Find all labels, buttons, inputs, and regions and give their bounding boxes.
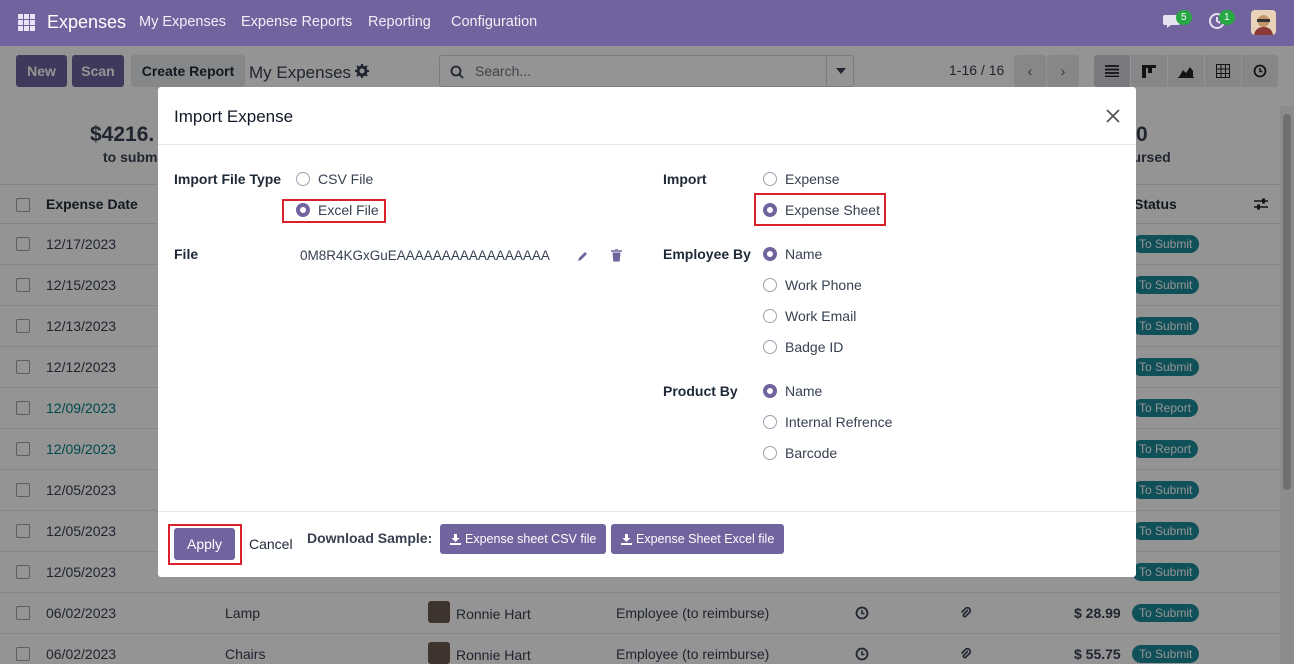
user-avatar[interactable] [1251, 10, 1276, 35]
highlight-box [754, 193, 886, 226]
radio-label: CSV File [318, 171, 374, 187]
radio-product-name[interactable]: Name [763, 383, 822, 399]
dialog-footer-divider [158, 511, 1136, 512]
radio-employee-work-email[interactable]: Work Email [763, 308, 856, 324]
csv-sample-button[interactable]: Expense sheet CSV file [440, 524, 607, 554]
radio-dot[interactable] [296, 172, 310, 186]
csv-sample-label: Expense sheet CSV file [465, 532, 597, 546]
download-icon [450, 533, 461, 545]
import-file-type-label: Import File Type [174, 171, 282, 187]
radio-label: Work Phone [785, 277, 862, 293]
file-label: File [174, 246, 199, 262]
highlight-box [282, 199, 386, 223]
radio-dot-selected[interactable] [763, 247, 777, 261]
dialog-title: Import Expense [174, 107, 294, 126]
radio-product-internal-reference[interactable]: Internal Refrence [763, 414, 892, 430]
radio-dot[interactable] [763, 172, 777, 186]
radio-dot[interactable] [763, 446, 777, 460]
radio-dot[interactable] [763, 278, 777, 292]
radio-expense[interactable]: Expense [763, 171, 839, 187]
radio-label: Internal Refrence [785, 414, 893, 430]
excel-sample-label: Expense Sheet Excel file [636, 532, 775, 546]
radio-product-barcode[interactable]: Barcode [763, 445, 837, 461]
radio-label: Name [785, 246, 823, 262]
radio-dot[interactable] [763, 309, 777, 323]
menu-expense-reports[interactable]: Expense Reports [241, 14, 352, 30]
product-by-label: Product By [663, 383, 738, 399]
radio-dot[interactable] [763, 415, 777, 429]
radio-label: Name [785, 383, 823, 399]
download-sample-label: Download Sample: [307, 530, 433, 546]
radio-label: Badge ID [785, 339, 844, 355]
trash-icon[interactable] [611, 249, 622, 262]
radio-label: Barcode [785, 445, 838, 461]
dialog-header-divider [158, 144, 1136, 145]
radio-csv-file[interactable]: CSV File [296, 171, 373, 187]
app-title[interactable]: Expenses [47, 12, 126, 33]
download-icon [621, 533, 632, 545]
radio-dot[interactable] [763, 340, 777, 354]
import-label: Import [663, 171, 707, 187]
close-icon[interactable] [1104, 107, 1122, 125]
radio-employee-work-phone[interactable]: Work Phone [763, 277, 862, 293]
cancel-button[interactable]: Cancel [249, 536, 293, 552]
menu-reporting[interactable]: Reporting [368, 14, 431, 30]
activity-count-badge: 1 [1219, 10, 1235, 25]
radio-employee-name[interactable]: Name [763, 246, 822, 262]
pencil-icon[interactable] [577, 250, 589, 262]
top-navbar: Expenses My Expenses Expense Reports Rep… [0, 0, 1294, 46]
apply-button[interactable]: Apply [174, 528, 235, 560]
file-value: 0M8R4KGxGuEAAAAAAAAAAAAAAAAA [300, 248, 550, 263]
chat-count-badge: 5 [1176, 10, 1192, 25]
radio-label: Work Email [785, 308, 857, 324]
apps-grid-icon[interactable] [18, 14, 35, 31]
excel-sample-button[interactable]: Expense Sheet Excel file [611, 524, 785, 554]
menu-configuration[interactable]: Configuration [451, 14, 537, 30]
radio-employee-badge-id[interactable]: Badge ID [763, 339, 843, 355]
radio-label: Expense [785, 171, 840, 187]
menu-my-expenses[interactable]: My Expenses [139, 14, 226, 30]
import-expense-dialog: Import Expense Import File Type CSV File… [158, 87, 1136, 577]
radio-dot-selected[interactable] [763, 384, 777, 398]
employee-by-label: Employee By [663, 246, 751, 262]
